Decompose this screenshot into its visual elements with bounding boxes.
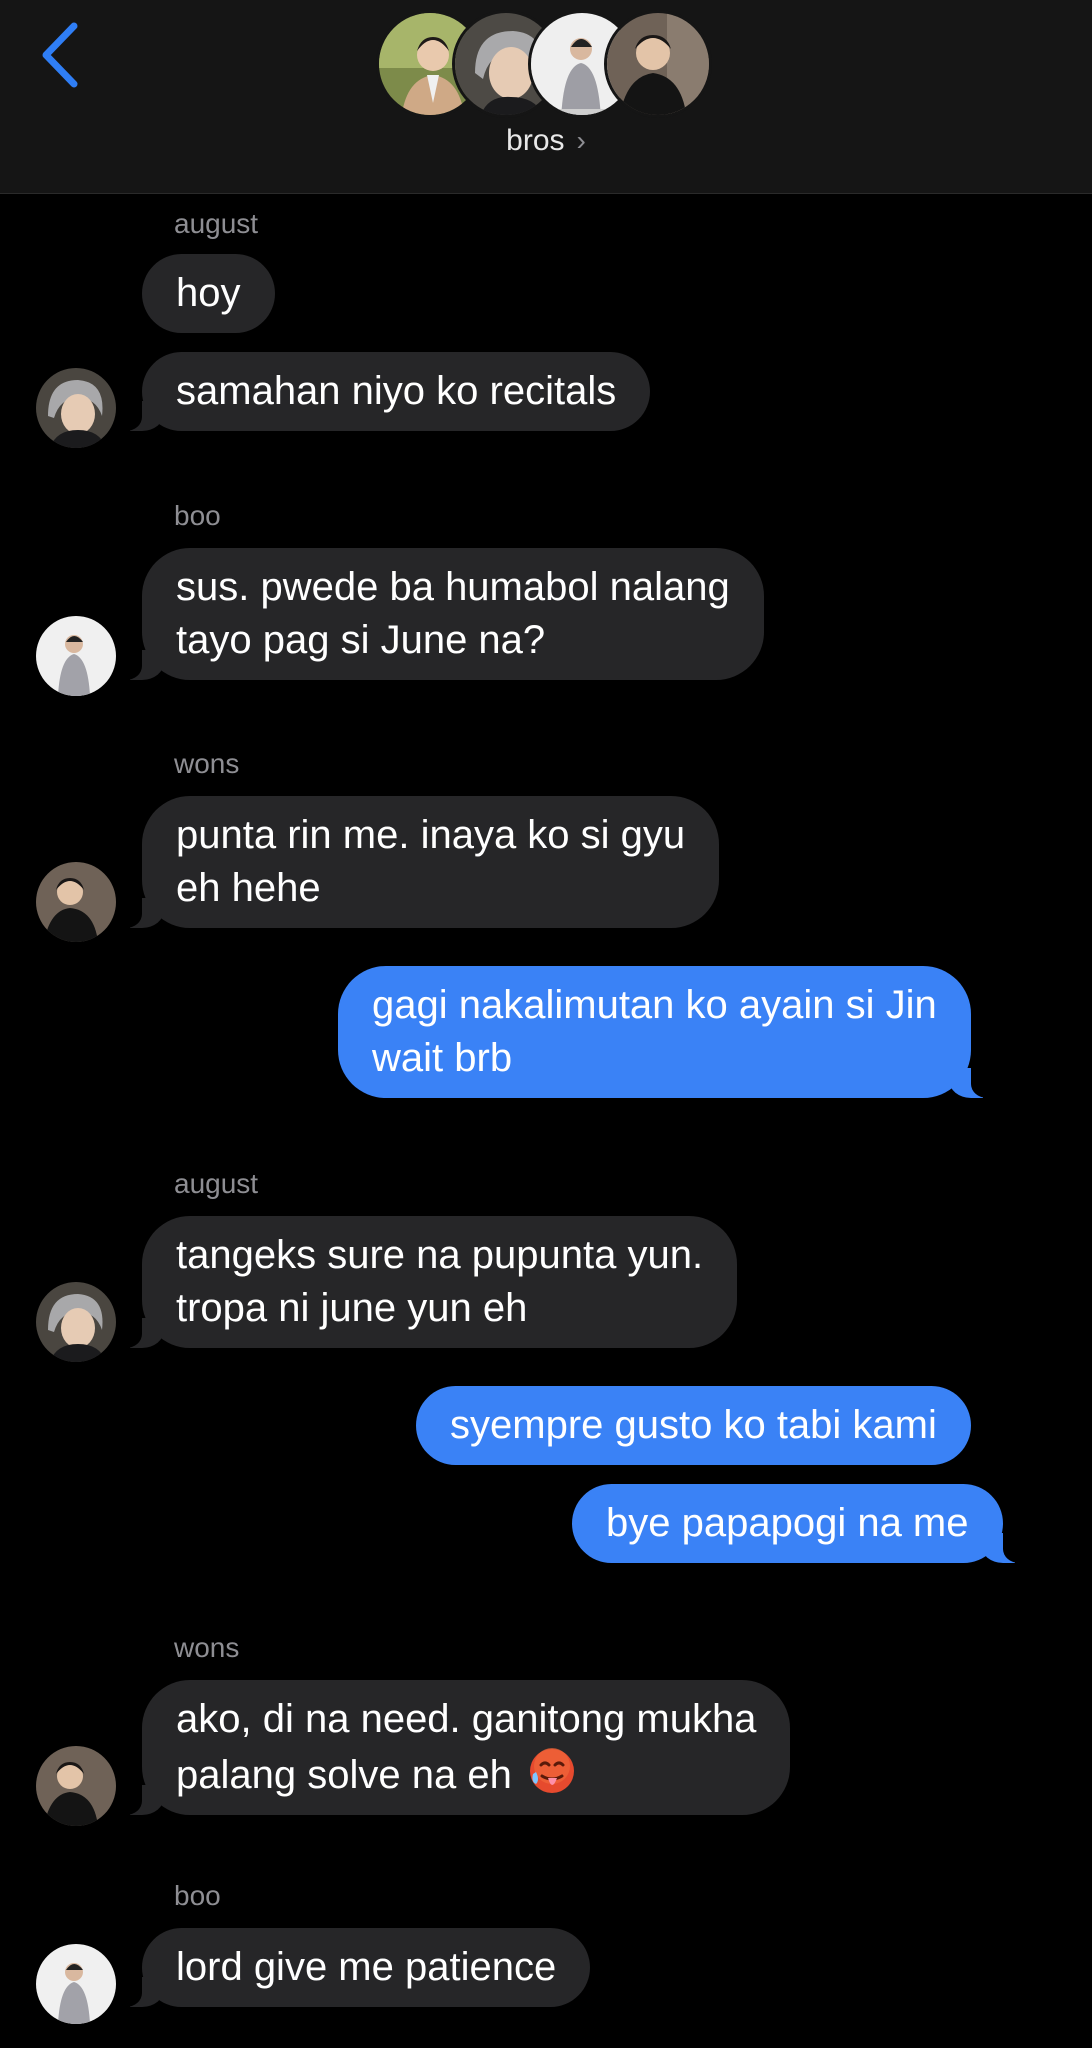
conversation-name: bros: [506, 124, 565, 157]
sender-name: wons: [174, 1632, 240, 1663]
sender-name: august: [174, 1168, 259, 1199]
conversation-title[interactable]: bros ›: [0, 124, 1092, 158]
sender-name: august: [174, 208, 259, 239]
sender-name: boo: [174, 1880, 221, 1911]
sender-avatar-boo[interactable]: [36, 616, 116, 696]
sender-avatar-august[interactable]: [36, 368, 116, 448]
sender-avatar-wons[interactable]: [36, 1746, 116, 1826]
hot-face-emoji-icon: [529, 1748, 574, 1793]
incoming-message[interactable]: sus. pwede ba humabol nalang tayo pag si…: [120, 548, 764, 680]
conversation-header: bros ›: [0, 0, 1092, 194]
incoming-message[interactable]: punta rin me. inaya ko si gyu eh hehe: [119, 796, 720, 928]
outgoing-message[interactable]: syempre gusto ko tabi kami: [416, 1386, 971, 1465]
incoming-message[interactable]: hoy: [142, 254, 275, 333]
incoming-message[interactable]: ako, di na need. ganitong mukha palang s…: [119, 1680, 791, 1815]
sender-name: wons: [174, 748, 240, 779]
group-avatars[interactable]: [376, 10, 716, 118]
outgoing-message[interactable]: gagi nakalimutan ko ayain si Jin wait br…: [338, 966, 993, 1098]
sender-avatar-boo[interactable]: [36, 1944, 116, 2024]
incoming-message[interactable]: lord give me patience: [119, 1928, 591, 2007]
back-chevron-icon[interactable]: [38, 20, 88, 90]
outgoing-message[interactable]: bye papapogi na me: [572, 1484, 1024, 1563]
incoming-message[interactable]: samahan niyo ko recitals: [119, 352, 651, 431]
sender-avatar-wons[interactable]: [36, 862, 116, 942]
sender-name: boo: [174, 500, 221, 531]
incoming-message[interactable]: tangeks sure na pupunta yun. tropa ni ju…: [119, 1216, 738, 1348]
message-text: ako, di na need. ganitong mukha palang s…: [176, 1697, 757, 1797]
sender-avatar-august[interactable]: [36, 1282, 116, 1362]
chevron-right-icon: ›: [576, 125, 586, 156]
member-avatar-4: [604, 10, 712, 118]
